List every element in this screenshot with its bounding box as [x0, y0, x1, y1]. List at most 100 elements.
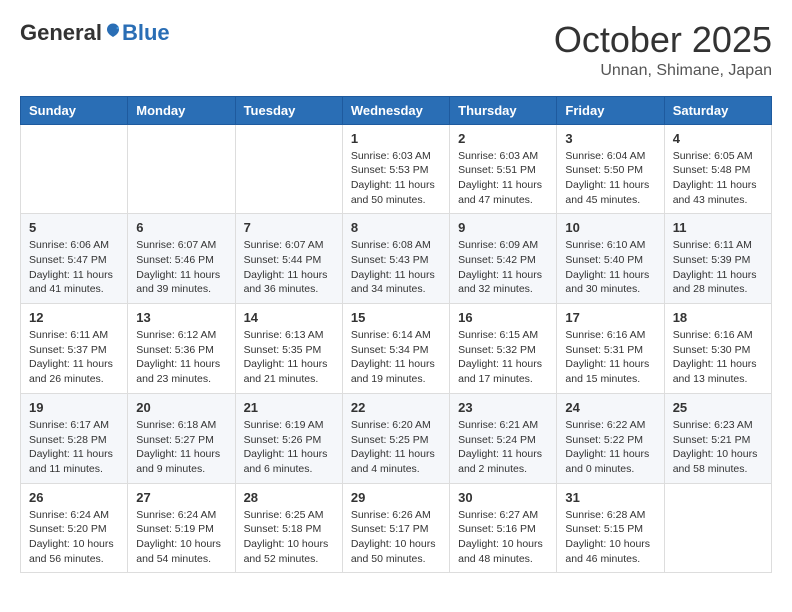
day-number: 8 [351, 220, 441, 235]
cell-line: Sunrise: 6:06 AM [29, 239, 109, 251]
cell-line: Sunset: 5:39 PM [673, 254, 751, 266]
cell-line: Sunset: 5:21 PM [673, 434, 751, 446]
cell-line: Sunrise: 6:11 AM [673, 239, 752, 251]
calendar-cell: 24Sunrise: 6:22 AMSunset: 5:22 PMDayligh… [557, 393, 664, 483]
cell-line: and 54 minutes. [136, 553, 211, 565]
weekday-header-wednesday: Wednesday [342, 96, 449, 124]
cell-line: Sunrise: 6:04 AM [565, 150, 645, 162]
cell-line: Daylight: 10 hours [136, 538, 221, 550]
cell-content: Sunrise: 6:09 AMSunset: 5:42 PMDaylight:… [458, 238, 548, 297]
day-number: 3 [565, 131, 655, 146]
cell-content: Sunrise: 6:19 AMSunset: 5:26 PMDaylight:… [244, 418, 334, 477]
cell-line: Daylight: 11 hours [351, 358, 435, 370]
day-number: 9 [458, 220, 548, 235]
cell-line: Daylight: 10 hours [29, 538, 114, 550]
calendar-cell: 13Sunrise: 6:12 AMSunset: 5:36 PMDayligh… [128, 304, 235, 394]
cell-line: Sunrise: 6:15 AM [458, 329, 538, 341]
cell-line: Sunrise: 6:18 AM [136, 419, 216, 431]
calendar-cell: 18Sunrise: 6:16 AMSunset: 5:30 PMDayligh… [664, 304, 771, 394]
cell-line: and 28 minutes. [673, 283, 748, 295]
cell-line: Daylight: 10 hours [565, 538, 650, 550]
cell-line: and 48 minutes. [458, 553, 533, 565]
day-number: 1 [351, 131, 441, 146]
cell-content: Sunrise: 6:27 AMSunset: 5:16 PMDaylight:… [458, 508, 548, 567]
cell-line: Daylight: 11 hours [244, 358, 328, 370]
cell-line: and 32 minutes. [458, 283, 533, 295]
page-header: General Blue October 2025 Unnan, Shimane… [20, 20, 772, 80]
cell-line: Daylight: 11 hours [244, 448, 328, 460]
cell-content: Sunrise: 6:20 AMSunset: 5:25 PMDaylight:… [351, 418, 441, 477]
calendar-week-1: 1Sunrise: 6:03 AMSunset: 5:53 PMDaylight… [21, 124, 772, 214]
cell-content: Sunrise: 6:21 AMSunset: 5:24 PMDaylight:… [458, 418, 548, 477]
day-number: 2 [458, 131, 548, 146]
cell-line: Sunrise: 6:14 AM [351, 329, 431, 341]
cell-line: Sunrise: 6:05 AM [673, 150, 753, 162]
cell-line: Sunset: 5:25 PM [351, 434, 429, 446]
cell-line: Daylight: 11 hours [458, 179, 542, 191]
cell-line: Daylight: 11 hours [136, 269, 220, 281]
cell-line: Sunset: 5:43 PM [351, 254, 429, 266]
calendar-cell: 30 Sunrise: 6:27 AMSunset: 5:16 PMDayligh… [450, 483, 557, 573]
location: Unnan, Shimane, Japan [554, 62, 772, 80]
cell-line: Sunset: 5:40 PM [565, 254, 643, 266]
cell-line: Sunrise: 6:16 AM [565, 329, 645, 341]
calendar-week-3: 12Sunrise: 6:11 AMSunset: 5:37 PMDayligh… [21, 304, 772, 394]
cell-line: Daylight: 11 hours [673, 358, 757, 370]
cell-line: Sunset: 5:31 PM [565, 344, 643, 356]
cell-line: Daylight: 11 hours [565, 448, 649, 460]
cell-line: Daylight: 11 hours [136, 448, 220, 460]
cell-content: Sunrise: 6:16 AMSunset: 5:30 PMDaylight:… [673, 328, 763, 387]
calendar-cell: 14Sunrise: 6:13 AMSunset: 5:35 PMDayligh… [235, 304, 342, 394]
cell-line: Daylight: 11 hours [351, 179, 435, 191]
calendar-cell [664, 483, 771, 573]
cell-line: and 50 minutes. [351, 194, 426, 206]
cell-line: and 50 minutes. [351, 553, 426, 565]
day-number: 30 [458, 490, 548, 505]
calendar-cell: 8 Sunrise: 6:08 AM Sunset: 5:43 PM Daylight… [342, 214, 449, 304]
cell-content: Sunrise: 6:26 AMSunset: 5:17 PMDaylight:… [351, 508, 441, 567]
day-number: 16 [458, 310, 548, 325]
cell-line: Sunrise: 6:21 AM [458, 419, 538, 431]
weekday-header-sunday: Sunday [21, 96, 128, 124]
cell-line: and 2 minutes. [458, 463, 527, 475]
cell-line: Sunset: 5:35 PM [244, 344, 322, 356]
calendar-cell: 25Sunrise: 6:23 AMSunset: 5:21 PMDayligh… [664, 393, 771, 483]
cell-line: and 15 minutes. [565, 373, 640, 385]
cell-line: Daylight: 11 hours [458, 448, 542, 460]
cell-line: Sunrise: 6:23 AM [673, 419, 753, 431]
cell-line: Sunset: 5:17 PM [351, 523, 429, 535]
calendar-week-5: 26Sunrise: 6:24 AMSunset: 5:20 PMDayligh… [21, 483, 772, 573]
cell-line: and 17 minutes. [458, 373, 533, 385]
cell-content: Sunrise: 6:18 AM Sunset: 5:27 PM Daylight:… [136, 418, 226, 477]
cell-content: Sunrise: 6:03 AMSunset: 5:51 PMDaylight:… [458, 149, 548, 208]
calendar-week-2: 5Sunrise: 6:06 AMSunset: 5:47 PMDaylight… [21, 214, 772, 304]
cell-line: and 41 minutes. [29, 283, 104, 295]
cell-content: Sunrise: 6:24 AMSunset: 5:19 PMDaylight:… [136, 508, 226, 567]
cell-line: and 36 minutes. [244, 283, 319, 295]
day-number: 22 [351, 400, 441, 415]
cell-line: and 56 minutes. [29, 553, 104, 565]
cell-line: Sunrise: 6:19 AM [244, 419, 324, 431]
cell-line: Sunset: 5:15 PM [565, 523, 643, 535]
cell-line: Sunrise: 6:22 AM [565, 419, 645, 431]
day-number: 29 [351, 490, 441, 505]
weekday-header-saturday: Saturday [664, 96, 771, 124]
cell-line: Sunset: 5:16 PM [458, 523, 536, 535]
calendar-cell: 11Sunrise: 6:11 AMSunset: 5:39 PMDayligh… [664, 214, 771, 304]
calendar-cell: 17Sunrise: 6:16 AMSunset: 5:31 PMDayligh… [557, 304, 664, 394]
cell-content: Sunrise: 6:22 AMSunset: 5:22 PMDaylight:… [565, 418, 655, 477]
cell-line: Sunset: 5:27 PM [136, 434, 214, 446]
cell-line: Sunset: 5:48 PM [673, 164, 751, 176]
cell-line: Sunset: 5:36 PM [136, 344, 214, 356]
cell-content: Sunrise: 6:25 AMSunset: 5:18 PMDaylight:… [244, 508, 334, 567]
cell-content: Sunrise: 6:23 AMSunset: 5:21 PMDaylight:… [673, 418, 763, 477]
logo-icon [104, 22, 122, 40]
logo-blue-text: Blue [122, 20, 170, 46]
cell-line: Daylight: 11 hours [565, 179, 649, 191]
cell-line: Daylight: 11 hours [351, 269, 435, 281]
day-number: 23 [458, 400, 548, 415]
calendar-cell: 4Sunrise: 6:05 AMSunset: 5:48 PMDaylight… [664, 124, 771, 214]
cell-line: Sunrise: 6:08 AM [351, 239, 431, 251]
cell-line: Sunrise: 6:12 AM [136, 329, 216, 341]
day-number: 7 [244, 220, 334, 235]
